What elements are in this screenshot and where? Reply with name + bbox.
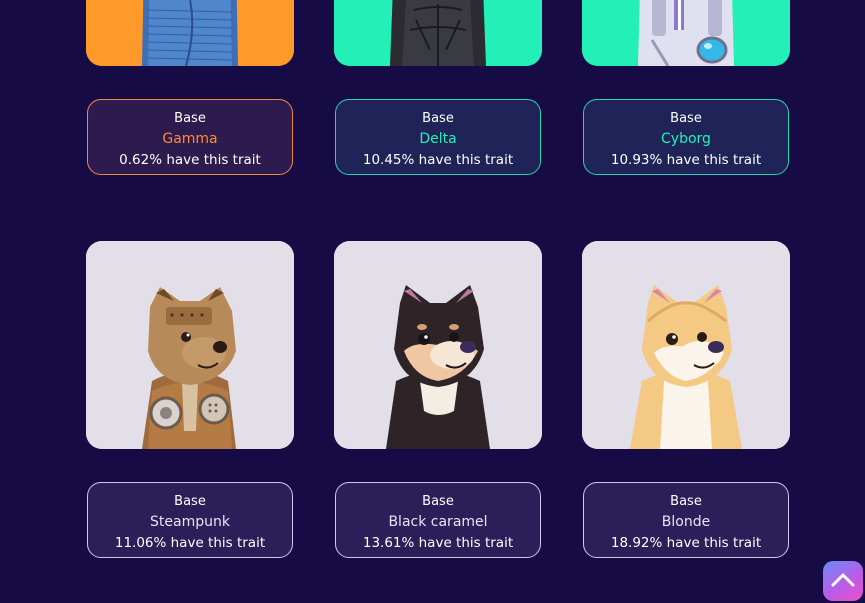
- scroll-to-top-button[interactable]: [823, 561, 863, 601]
- trait-rarity: 10.45% have this trait: [362, 152, 514, 168]
- trait-value: Black caramel: [388, 514, 488, 530]
- trait-card-steampunk[interactable]: Base Steampunk 11.06% have this trait: [87, 482, 293, 558]
- trait-card-gamma[interactable]: Base Gamma 0.62% have this trait: [87, 99, 293, 175]
- trait-type-label: Base: [174, 111, 206, 126]
- trait-card-delta[interactable]: Base Delta 10.45% have this trait: [335, 99, 541, 175]
- trait-type-label: Base: [670, 111, 702, 126]
- trait-type-label: Base: [422, 111, 454, 126]
- nft-image-cyborg[interactable]: [582, 0, 790, 66]
- trait-value: Blonde: [661, 514, 711, 530]
- trait-card-blonde[interactable]: Base Blonde 18.92% have this trait: [583, 482, 789, 558]
- trait-value: Gamma: [162, 131, 218, 147]
- chevron-up-icon: [831, 573, 855, 587]
- trait-gallery: Base Gamma 0.62% have this trait Base De…: [0, 0, 865, 603]
- trait-value: Delta: [419, 131, 457, 147]
- trait-value: Cyborg: [661, 131, 711, 147]
- nft-image-gamma[interactable]: [86, 0, 294, 66]
- nft-image-delta[interactable]: [334, 0, 542, 66]
- nft-image-steampunk[interactable]: [86, 241, 294, 449]
- trait-card-cyborg[interactable]: Base Cyborg 10.93% have this trait: [583, 99, 789, 175]
- trait-type-label: Base: [174, 494, 206, 509]
- nft-image-blonde[interactable]: [582, 241, 790, 449]
- trait-rarity: 0.62% have this trait: [119, 152, 261, 168]
- trait-rarity: 11.06% have this trait: [114, 535, 266, 551]
- trait-rarity: 10.93% have this trait: [610, 152, 762, 168]
- trait-type-label: Base: [670, 494, 702, 509]
- nft-image-black-caramel[interactable]: [334, 241, 542, 449]
- trait-rarity: 18.92% have this trait: [610, 535, 762, 551]
- trait-type-label: Base: [422, 494, 454, 509]
- trait-rarity: 13.61% have this trait: [362, 535, 514, 551]
- trait-card-black-caramel[interactable]: Base Black caramel 13.61% have this trai…: [335, 482, 541, 558]
- trait-value: Steampunk: [150, 514, 230, 530]
